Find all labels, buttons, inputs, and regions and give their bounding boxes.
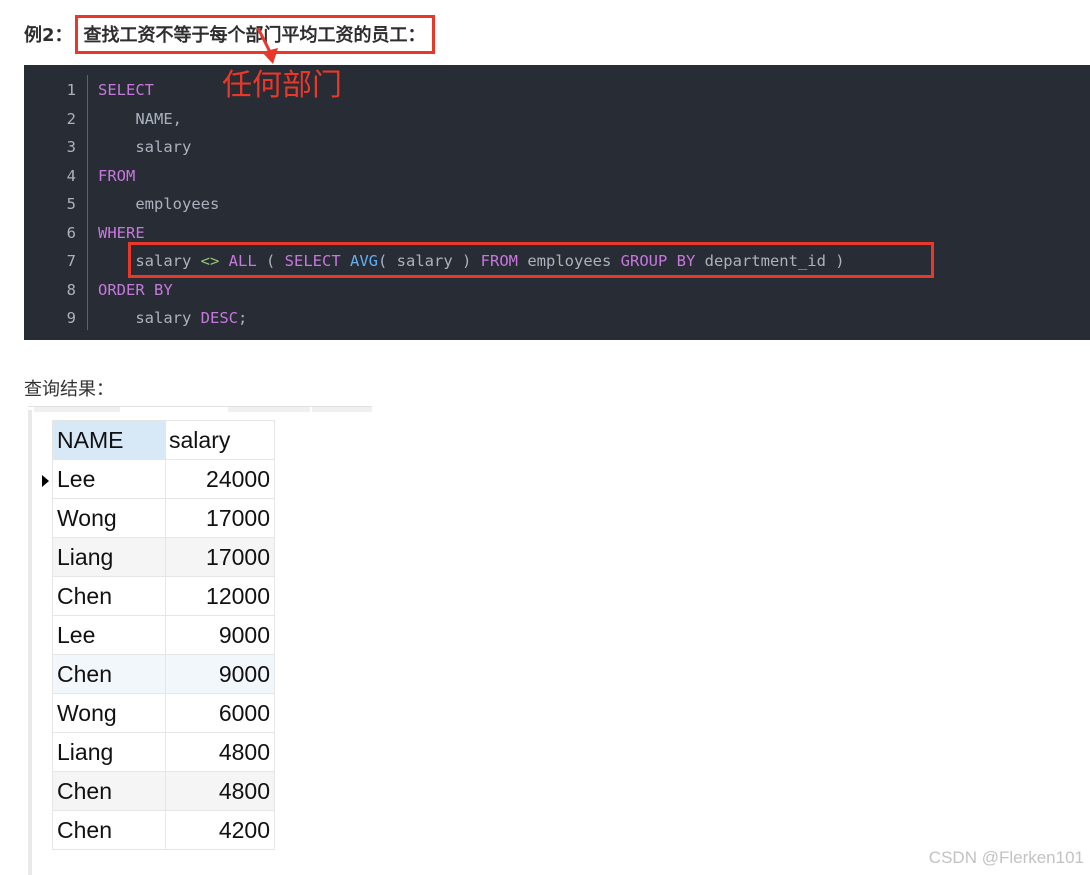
column-header-name[interactable]: NAME <box>52 420 166 460</box>
cell-name[interactable]: Liang <box>52 537 166 577</box>
cell-salary[interactable]: 4200 <box>165 810 275 850</box>
watermark: CSDN @Flerken101 <box>928 848 1084 867</box>
grid-header-row: NAME salary <box>34 420 275 460</box>
cell-name[interactable]: Chen <box>52 771 166 811</box>
row-indicator <box>34 498 53 538</box>
code-block: 1 SELECT 2 NAME, 3 salary 4 FROM 5 employees 6 W… <box>24 65 1090 340</box>
row-indicator <box>34 576 53 616</box>
code-text: NAME, <box>98 105 182 133</box>
line-number: 2 <box>66 109 76 128</box>
code-line: 9 salary DESC; <box>24 304 1090 332</box>
row-indicator <box>34 537 53 577</box>
row-indicator <box>34 654 53 694</box>
cell-salary[interactable]: 6000 <box>165 693 275 733</box>
cell-salary[interactable]: 17000 <box>165 537 275 577</box>
code-token-kw: WHERE <box>98 223 145 242</box>
line-number: 7 <box>66 252 76 270</box>
panel-left-edge <box>28 410 32 875</box>
code-token: NAME, <box>98 109 182 128</box>
example-prefix: 例2： <box>24 24 73 46</box>
code-token: salary <box>98 138 192 156</box>
table-row[interactable]: Chen 4800 <box>34 771 275 811</box>
highlight-box <box>128 242 934 278</box>
grid-body: Lee 24000 Wong 17000 Liang 17000 Chen 12000 Lee 9… <box>34 459 275 850</box>
code-text: salary <box>98 133 191 161</box>
line-number: 5 <box>66 195 76 213</box>
cell-salary[interactable]: 4800 <box>165 732 275 772</box>
table-row[interactable]: Chen 12000 <box>34 576 275 616</box>
table-row[interactable]: Lee 9000 <box>34 615 275 655</box>
table-row[interactable]: Chen 9000 <box>34 654 275 694</box>
code-token-kw: SELECT <box>98 81 154 99</box>
code-line: 4 FROM <box>24 162 1090 190</box>
result-grid[interactable]: NAME salary Lee 24000 Wong 17000 Liang 17000 C… <box>34 420 275 850</box>
code-line: 1 SELECT <box>24 76 1090 104</box>
code-text: ORDER BY <box>98 276 173 304</box>
annotation-text: 任何部门 <box>222 68 342 103</box>
code-token: employees <box>98 195 220 213</box>
code-line: 2 NAME, <box>24 105 1090 133</box>
line-number: 8 <box>66 280 76 299</box>
table-row[interactable]: Lee 24000 <box>34 459 275 499</box>
row-indicator <box>34 810 53 850</box>
line-number: 3 <box>66 138 76 156</box>
line-number: 6 <box>66 223 76 242</box>
code-text: SELECT <box>98 76 154 104</box>
column-header-salary[interactable]: salary <box>165 420 275 460</box>
line-number: 1 <box>66 81 76 99</box>
code-line: 3 salary <box>24 133 1090 161</box>
cell-salary[interactable]: 9000 <box>165 615 275 655</box>
line-number: 4 <box>66 166 76 185</box>
row-indicator <box>34 459 53 499</box>
line-number: 9 <box>66 309 76 327</box>
code-token-kw: DESC <box>200 309 238 327</box>
code-line: 5 employees <box>24 190 1090 218</box>
code-token-kw: FROM <box>98 166 136 185</box>
row-indicator <box>34 615 53 655</box>
cell-name[interactable]: Chen <box>52 810 166 850</box>
table-row[interactable]: Liang 4800 <box>34 732 275 772</box>
row-indicator <box>34 732 53 772</box>
cell-name[interactable]: Wong <box>52 693 166 733</box>
table-row[interactable]: Chen 4200 <box>34 810 275 850</box>
code-text: salary DESC; <box>98 304 247 332</box>
cell-salary[interactable]: 9000 <box>165 654 275 694</box>
cell-name[interactable]: Liang <box>52 732 166 772</box>
code-text: employees <box>98 190 219 218</box>
cell-salary[interactable]: 17000 <box>165 498 275 538</box>
cell-salary[interactable]: 4800 <box>165 771 275 811</box>
example-heading: 例2： 查找工资不等于每个部门平均工资的员工： <box>24 14 435 54</box>
table-row[interactable]: Liang 17000 <box>34 537 275 577</box>
cell-name[interactable]: Chen <box>52 654 166 694</box>
table-row[interactable]: Wong 17000 <box>34 498 275 538</box>
cell-name[interactable]: Wong <box>52 498 166 538</box>
row-indicator <box>34 771 53 811</box>
current-row-arrow-icon <box>42 474 49 487</box>
row-indicator-header <box>34 420 53 460</box>
cell-salary[interactable]: 12000 <box>165 576 275 616</box>
cell-name[interactable]: Lee <box>52 459 166 499</box>
row-indicator <box>34 693 53 733</box>
result-label: 查询结果： <box>24 379 114 400</box>
cell-name[interactable]: Lee <box>52 615 166 655</box>
code-text: FROM <box>98 162 135 190</box>
cell-salary[interactable]: 24000 <box>165 459 275 499</box>
table-row[interactable]: Wong 6000 <box>34 693 275 733</box>
code-token: ; <box>237 309 248 327</box>
code-token-kw: ORDER BY <box>98 280 173 299</box>
code-token: salary <box>98 309 201 327</box>
cell-name[interactable]: Chen <box>52 576 166 616</box>
code-line: 8 ORDER BY <box>24 276 1090 304</box>
panel-toolbar-edge <box>28 406 372 413</box>
